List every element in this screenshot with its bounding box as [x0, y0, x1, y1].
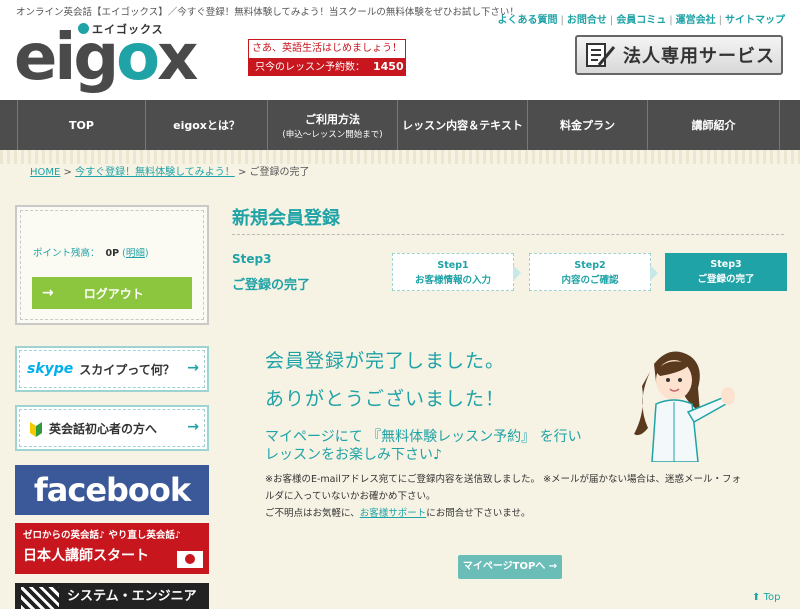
japanese-teacher-banner[interactable]: ゼロからの英会話♪ やり直し英会話♪ 日本人講師スタート [15, 523, 209, 574]
teacher-character-illustration [626, 342, 746, 463]
thanks-message: ありがとうございました！ [265, 388, 506, 410]
what-is-skype-button[interactable]: skype スカイプって何？ → [15, 346, 209, 392]
beginner-mark-icon [29, 418, 43, 438]
contact-link[interactable]: お問合せ [564, 15, 610, 26]
main-nav: TOP eigoxとは？ ご利用方法 (申込～レッスン開始まで) レッスン内容＆テ… [0, 100, 800, 150]
site-tagline: オンライン英会話【エイゴックス】／今すぐ登録！無料体験してみよう！当スクールの無… [16, 7, 519, 18]
customer-support-link[interactable]: お客様サポート [360, 508, 427, 519]
breadcrumb: HOME > 今すぐ登録！無料体験してみよう！ > ご登録の完了 [30, 167, 310, 178]
community-link[interactable]: 会員コミュ [613, 15, 669, 26]
eigox-logo[interactable]: エイゴックス eigox [14, 18, 226, 96]
nav-about[interactable]: eigoxとは？ [145, 100, 267, 150]
arrow-right-icon: → [42, 285, 54, 301]
japanese-teacher-subtitle: ゼロからの英会話♪ やり直し英会話♪ [23, 530, 181, 541]
breadcrumb-home[interactable]: HOME [30, 167, 60, 178]
site-header: オンライン英会話【エイゴックス】／今すぐ登録！無料体験してみよう！当スクールの無… [0, 0, 800, 100]
logout-button[interactable]: → ログアウト [32, 277, 192, 309]
facebook-banner[interactable]: facebook [15, 465, 209, 515]
step-indicator-3-active: Step3 ご登録の完了 [665, 253, 787, 291]
system-engineer-banner[interactable]: システム・エンジニア [15, 583, 209, 609]
beginner-button[interactable]: 英会話初心者の方へ → [15, 405, 209, 451]
step-indicator-1: Step1 お客様情報の入力 [392, 253, 521, 291]
arrow-right-icon: → [187, 360, 199, 376]
beginner-label: 英会話初心者の方へ [49, 421, 158, 436]
top-links: よくある質問 | お問合せ | 会員コミュ | 運営会社 | サイトマップ [495, 11, 789, 26]
nav-lesson-content[interactable]: レッスン内容＆テキスト [397, 100, 527, 150]
support-note: ご不明点はお気軽に、お客様サポートにお問合せ下さいませ。 [265, 508, 531, 519]
step-indicator-2: Step2 内容のご確認 [529, 253, 658, 291]
faq-link[interactable]: よくある質問 [495, 15, 561, 26]
step-arrow-icon [513, 265, 521, 281]
lesson-count-box: さあ、英語生活はじめましょう！ 只今のレッスン予約数： 1450 [248, 39, 406, 76]
skype-logo: skype [27, 361, 74, 377]
sitemap-link[interactable]: サイトマップ [722, 15, 788, 26]
logout-label: ログアウト [83, 286, 144, 301]
nav-top[interactable]: TOP [17, 100, 145, 150]
corporate-service-button[interactable]: 法人専用サービス [575, 35, 783, 75]
email-note-line-1: ※お客様のE-mailアドレス宛てにご登録内容を送信致しました。 ※メールが届か… [265, 474, 742, 485]
system-engineer-label: システム・エンジニア [67, 589, 197, 604]
breadcrumb-register[interactable]: 今すぐ登録！無料体験してみよう！ [75, 167, 235, 178]
page-title: 新規会員登録 [232, 208, 340, 229]
logo-wordmark: eigox [14, 21, 198, 95]
arrow-right-icon: → [187, 419, 199, 435]
point-balance: ポイント残高： 0P (明細) [33, 248, 149, 259]
point-box: ポイント残高： 0P (明細) → ログアウト [15, 205, 209, 325]
page-top-link[interactable]: ⬆ Top [752, 592, 780, 603]
point-detail-link[interactable]: 明細 [126, 248, 145, 259]
promo-message: さあ、英語生活はじめましょう！ [249, 40, 405, 58]
nav-pricing[interactable]: 料金プラン [527, 100, 647, 150]
company-link[interactable]: 運営会社 [673, 15, 719, 26]
completion-message: 会員登録が完了しました。 [265, 350, 506, 372]
lesson-count: 只今のレッスン予約数： 1450 [249, 58, 405, 75]
stripes-icon [21, 587, 59, 609]
nav-teachers[interactable]: 講師紹介 [647, 100, 780, 150]
mypage-top-button[interactable]: マイページTOPへ → [458, 555, 562, 579]
japan-flag-icon [177, 551, 203, 568]
breadcrumb-current: ご登録の完了 [249, 167, 310, 178]
nav-how-to-use[interactable]: ご利用方法 (申込～レッスン開始まで) [267, 100, 397, 150]
email-note-line-2: ルダに入っていないかお確かめ下さい。 [265, 491, 436, 502]
instruction-line-2: レッスンをお楽しみ下さい♪ [265, 447, 442, 463]
title-divider [232, 234, 784, 235]
point-value: 0P [105, 248, 120, 259]
current-step-number: Step3 [232, 252, 272, 266]
lesson-count-value: 1450 [373, 60, 404, 73]
instruction-line-1: マイページにて 『無料体験レッスン予約』 を行い [265, 429, 582, 445]
document-pen-icon [585, 41, 617, 69]
arrow-up-icon: ⬆ [752, 592, 761, 603]
step-arrow-icon [650, 265, 658, 281]
corporate-service-label: 法人専用サービス [623, 46, 775, 67]
current-step-title: ご登録の完了 [232, 278, 311, 293]
what-is-skype-label: スカイプって何？ [79, 362, 175, 377]
